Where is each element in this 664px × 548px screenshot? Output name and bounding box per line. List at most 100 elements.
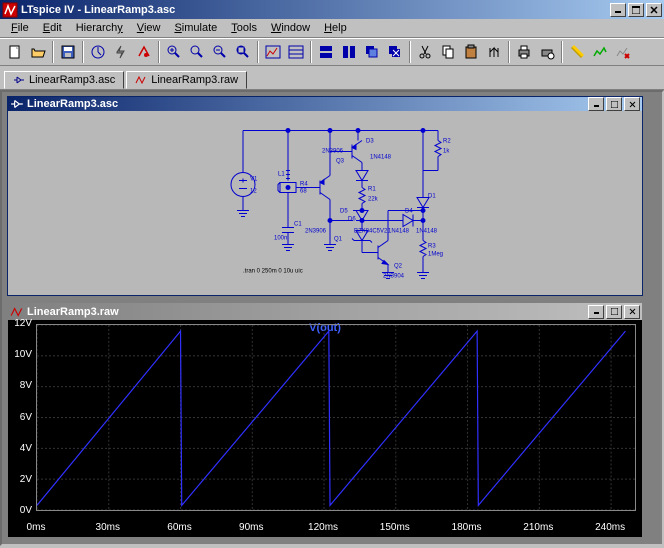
x-tick-label: 90ms — [239, 522, 263, 533]
x-tick-label: 150ms — [380, 522, 410, 533]
y-tick-label: 6V — [10, 412, 32, 423]
child-close-button[interactable] — [624, 97, 640, 111]
open-button[interactable] — [27, 41, 49, 63]
comp-d1: D1 — [428, 194, 436, 200]
comp-q3: Q3 — [336, 159, 345, 165]
zoom-in-button[interactable] — [163, 41, 185, 63]
menu-edit[interactable]: Edit — [36, 20, 69, 36]
tab-bar: LinearRamp3.asc LinearRamp3.raw — [0, 66, 664, 90]
tile-vert-button[interactable] — [338, 41, 360, 63]
copy-button[interactable] — [437, 41, 459, 63]
zoom-fit-button[interactable] — [232, 41, 254, 63]
waveform-canvas[interactable]: V(out) 0V2V4V6V8V10V12V 0ms30ms60ms90ms1… — [8, 320, 642, 537]
cut-button[interactable] — [414, 41, 436, 63]
child-minimize-button[interactable] — [588, 97, 604, 111]
waveform-icon — [10, 305, 24, 319]
minimize-button[interactable] — [610, 3, 626, 17]
pick-visible-button[interactable] — [566, 41, 588, 63]
comp-c1-val: 100n — [274, 236, 287, 242]
new-schematic-button[interactable] — [4, 41, 26, 63]
waveform-icon — [135, 74, 147, 86]
child-titlebar[interactable]: LinearRamp3.asc — [8, 97, 642, 111]
comp-r3-val: 1Meg — [428, 252, 443, 258]
y-tick-label: 8V — [10, 380, 32, 391]
menu-help[interactable]: Help — [317, 20, 354, 36]
mdi-client-area: LinearRamp3.asc — [0, 90, 664, 546]
print-button[interactable] — [513, 41, 535, 63]
control-panel-button[interactable] — [87, 41, 109, 63]
comp-l1: L1 — [278, 172, 285, 178]
menu-tools[interactable]: Tools — [224, 20, 264, 36]
y-tick-label: 0V — [10, 505, 32, 516]
x-tick-label: 240ms — [595, 522, 625, 533]
schematic-icon — [10, 97, 24, 111]
plot-area[interactable] — [36, 324, 636, 511]
cascade-button[interactable] — [361, 41, 383, 63]
add-trace-button[interactable] — [589, 41, 611, 63]
menu-window[interactable]: Window — [264, 20, 317, 36]
menubar: File Edit Hierarchy View Simulate Tools … — [0, 19, 664, 38]
y-tick-label: 4V — [10, 443, 32, 454]
print-setup-button[interactable] — [536, 41, 558, 63]
child-close-button[interactable] — [624, 305, 640, 319]
comp-d4: D4 — [405, 209, 413, 215]
paste-button[interactable] — [460, 41, 482, 63]
comp-d3: D3 — [366, 139, 374, 145]
delete-trace-button[interactable] — [612, 41, 634, 63]
comp-d4-model: 1N4148 — [388, 229, 410, 235]
halt-button[interactable] — [133, 41, 155, 63]
comp-r4: R4 — [300, 182, 308, 188]
comp-d3-model: 1N4148 — [370, 155, 392, 161]
comp-r1: R1 — [368, 187, 376, 193]
comp-r2-val: 1k — [443, 149, 450, 155]
app-title: LTspice IV - LinearRamp3.asc — [21, 4, 610, 16]
child-titlebar[interactable]: LinearRamp3.raw — [8, 303, 642, 320]
pan-button[interactable] — [186, 41, 208, 63]
x-tick-label: 60ms — [167, 522, 191, 533]
y-tick-label: 12V — [10, 318, 32, 329]
run-button[interactable] — [110, 41, 132, 63]
comp-q1-model: 2N3906 — [305, 229, 327, 235]
child-maximize-button[interactable] — [606, 97, 622, 111]
comp-d6-model: BZX84C5V2L — [354, 229, 391, 235]
save-button[interactable] — [57, 41, 79, 63]
autorange-button[interactable] — [262, 41, 284, 63]
tile-horiz-button[interactable] — [315, 41, 337, 63]
comp-q3-model: 2N3906 — [322, 149, 344, 155]
maximize-button[interactable] — [628, 3, 644, 17]
spice-directive: .tran 0 250m 0 10u uic — [243, 269, 303, 275]
setup-button[interactable] — [285, 41, 307, 63]
tab-schematic[interactable]: LinearRamp3.asc — [4, 71, 124, 89]
find-button[interactable] — [483, 41, 505, 63]
menu-view[interactable]: View — [130, 20, 168, 36]
comp-c1: C1 — [294, 222, 302, 228]
child-minimize-button[interactable] — [588, 305, 604, 319]
menu-file[interactable]: File — [4, 20, 36, 36]
schematic-window: LinearRamp3.asc — [7, 96, 643, 296]
waveform-window: LinearRamp3.raw V(out) 0V2V4V6V8V10V12V … — [7, 302, 643, 538]
main-titlebar: LTspice IV - LinearRamp3.asc — [0, 0, 664, 19]
toolbar — [0, 38, 664, 66]
tab-label: LinearRamp3.raw — [151, 74, 238, 86]
tab-waveform[interactable]: LinearRamp3.raw — [126, 71, 247, 89]
comp-q2-model: 2N3904 — [383, 274, 405, 280]
comp-d1-model: 1N4148 — [416, 229, 438, 235]
x-tick-label: 0ms — [27, 522, 46, 533]
comp-q1: Q1 — [334, 237, 343, 243]
close-all-button[interactable] — [384, 41, 406, 63]
child-title: LinearRamp3.asc — [27, 98, 588, 110]
close-button[interactable] — [646, 3, 662, 17]
comp-v1-val: 12 — [250, 189, 257, 195]
schematic-icon — [13, 74, 25, 86]
x-tick-label: 120ms — [308, 522, 338, 533]
y-tick-label: 2V — [10, 474, 32, 485]
y-tick-label: 10V — [10, 349, 32, 360]
child-maximize-button[interactable] — [606, 305, 622, 319]
zoom-out-button[interactable] — [209, 41, 231, 63]
menu-simulate[interactable]: Simulate — [167, 20, 224, 36]
menu-hierarchy[interactable]: Hierarchy — [69, 20, 130, 36]
comp-d6: D6 — [348, 217, 356, 223]
comp-r2: R2 — [443, 139, 451, 145]
schematic-canvas[interactable]: V1 12 L1 R4 68 C1 100n 2N3906 Q1 2N3906 … — [8, 111, 642, 295]
x-tick-label: 30ms — [96, 522, 120, 533]
